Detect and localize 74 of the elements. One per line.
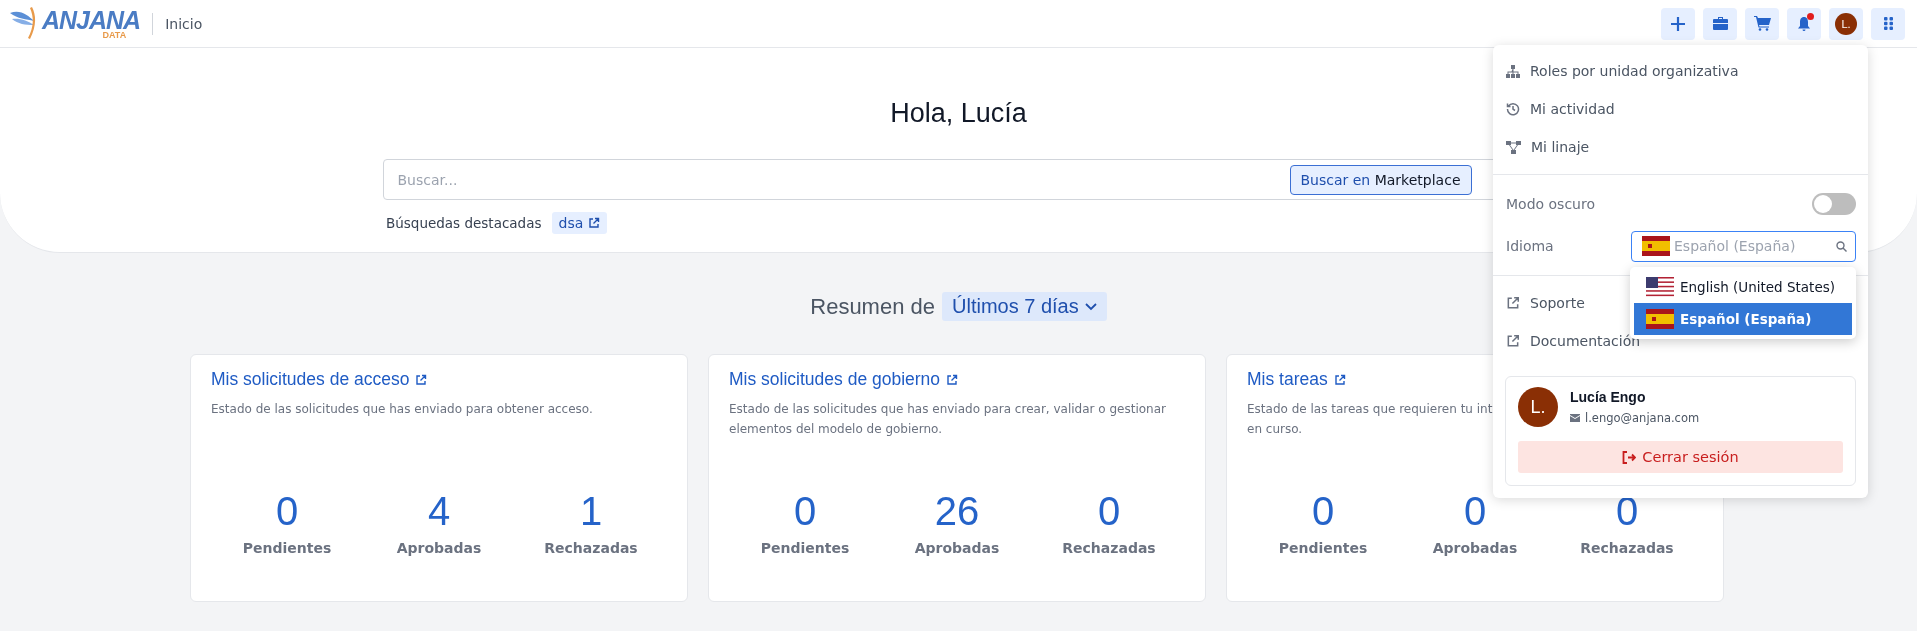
featured-search-chip[interactable]: dsa [551, 212, 608, 234]
card-title-link[interactable]: Mis solicitudes de acceso [211, 369, 667, 390]
notifications-button[interactable] [1787, 7, 1821, 40]
dark-mode-toggle[interactable] [1812, 193, 1856, 215]
stat-value: 0 [1463, 488, 1487, 534]
envelope-icon [1570, 414, 1580, 422]
language-option[interactable]: Español (España) [1634, 303, 1852, 335]
cart-button[interactable] [1745, 7, 1779, 40]
stat-label: Aprobadas [914, 540, 1000, 556]
language-select[interactable]: Español (España) [1631, 230, 1856, 262]
card-description: Estado de las tareas que requieren tu int [1247, 401, 1493, 418]
card-description: Estado de las solicitudes que has enviado para crear, validar o gestionar [729, 401, 1166, 418]
language-label: Idioma [1506, 238, 1554, 254]
stat-label: Rechazadas [1062, 540, 1156, 556]
stat-label: Rechazadas [1580, 540, 1674, 556]
menu-item[interactable]: Mi actividad [1493, 90, 1628, 128]
logout-icon [1622, 450, 1637, 464]
card-description: elementos del modelo de gobierno. [729, 420, 942, 438]
card-title-link[interactable]: Mis tareas [1247, 369, 1703, 390]
plus-icon [1670, 15, 1686, 32]
flag-icon [1646, 309, 1674, 329]
stat-label: Rechazadas [544, 540, 638, 556]
cart-icon [1753, 16, 1771, 31]
bell-icon [1797, 15, 1811, 32]
user-avatar: L. [1518, 387, 1558, 427]
stat-label: Aprobadas [1432, 540, 1518, 556]
stat-label: Pendientes [242, 540, 332, 556]
period-dropdown[interactable]: Últimos 7 días [942, 292, 1107, 321]
stat-value: 0 [275, 488, 299, 534]
hierarchy-icon [1506, 64, 1520, 78]
user-avatar-button[interactable]: L. [1829, 7, 1863, 40]
user-email: l.engo@anjana.com [1585, 411, 1700, 425]
external-link-icon [946, 373, 959, 386]
menu-link[interactable]: Soporte [1493, 284, 1598, 322]
history-icon [1506, 102, 1520, 116]
external-link-icon [1333, 373, 1346, 386]
lineage-icon [1506, 140, 1521, 154]
external-link-icon [1506, 334, 1520, 348]
logo-subtitle: DATA [102, 30, 127, 40]
briefcase-icon [1712, 17, 1728, 30]
card-description: Estado de las solicitudes que has enviado para obtener acceso. [211, 401, 593, 418]
stat-value: 4 [427, 488, 451, 534]
menu-item[interactable]: Roles por unidad organizativa [1493, 52, 1752, 90]
featured-searches-label: Búsquedas destacadas [386, 215, 542, 231]
external-link-icon [415, 373, 428, 386]
card-description: en curso. [1247, 420, 1303, 438]
add-button[interactable] [1661, 7, 1695, 40]
stat-value: 26 [934, 488, 980, 534]
external-link-icon [1506, 296, 1520, 310]
search-icon [1836, 240, 1847, 252]
user-name: Lucía Engo [1570, 389, 1647, 405]
card-title-link[interactable]: Mis solicitudes de gobierno [729, 369, 1185, 390]
language-select-field[interactable]: Español (España) [1674, 238, 1832, 254]
stat-value: 0 [793, 488, 817, 534]
logo-wordmark: ANJANA [42, 7, 141, 33]
stat-label: Pendientes [1278, 540, 1368, 556]
stat-value: 1 [579, 488, 603, 534]
stat-label: Aprobadas [396, 540, 482, 556]
flag-icon [1646, 277, 1674, 297]
briefcase-button[interactable] [1703, 7, 1737, 40]
external-link-icon [588, 217, 601, 229]
flag-icon [1642, 236, 1670, 256]
apps-button[interactable] [1871, 7, 1905, 40]
stat-value: 0 [1615, 488, 1639, 534]
greeting-title: Hola, Lucía [890, 98, 1027, 129]
chevron-down-icon [1084, 302, 1097, 311]
stat-value: 0 [1097, 488, 1121, 534]
logout-button[interactable]: Cerrar sesión [1518, 441, 1843, 473]
summary-label: Resumen de [810, 293, 935, 320]
stat-label: Pendientes [760, 540, 850, 556]
marketplace-search-button[interactable]: Buscar en Marketplace [1289, 164, 1472, 195]
stat-value: 0 [1311, 488, 1335, 534]
breadcrumb[interactable]: Inicio [165, 15, 203, 32]
apps-grid-icon [1883, 17, 1893, 30]
